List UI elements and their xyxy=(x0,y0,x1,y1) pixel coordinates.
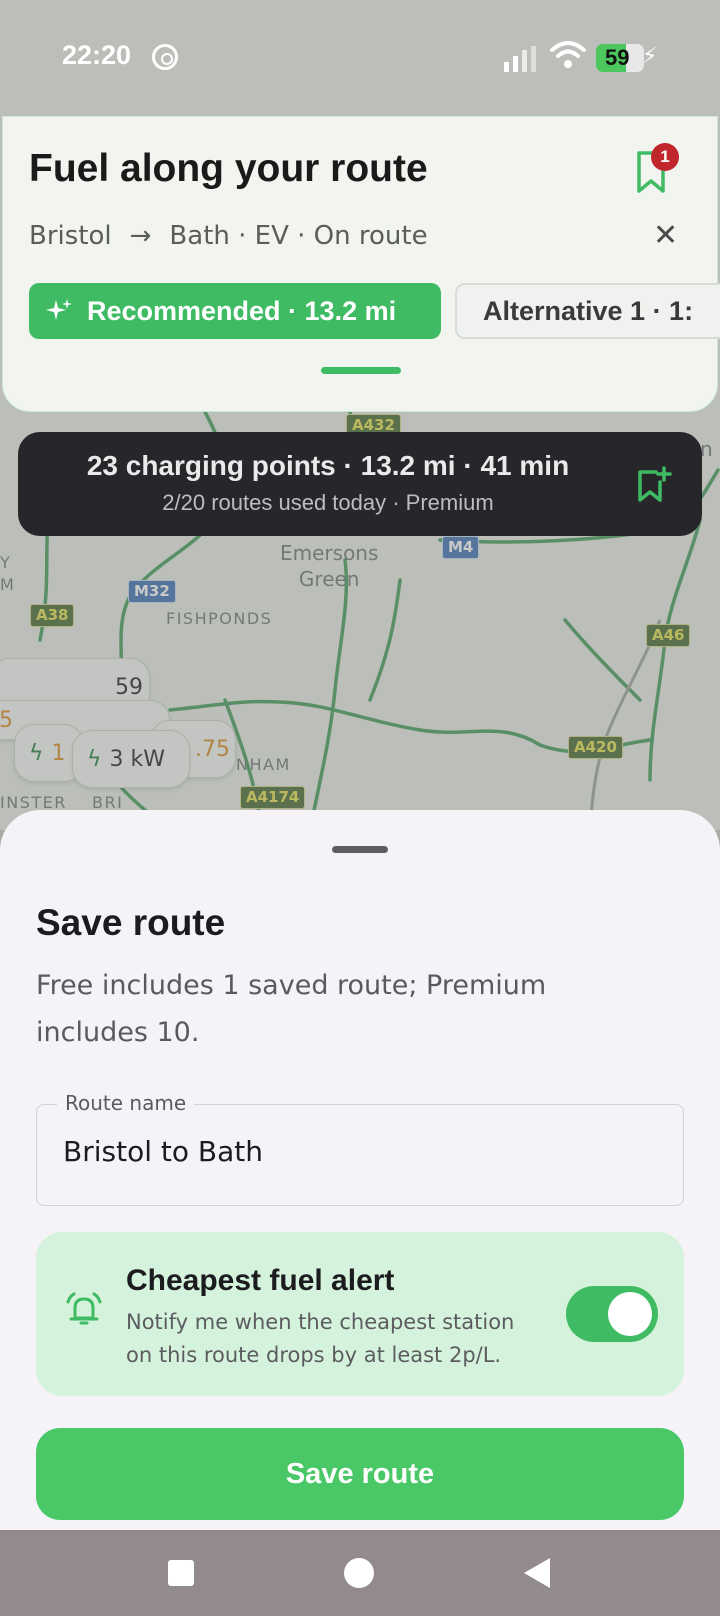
close-icon[interactable]: ✕ xyxy=(653,221,678,251)
charging-icon: ⚡ xyxy=(642,44,658,69)
alert-title: Cheapest fuel alert xyxy=(126,1264,395,1297)
route-card-drag-handle[interactable] xyxy=(321,367,401,374)
station-pin-price: 59 xyxy=(115,674,143,700)
route-card: Fuel along your route 1 Bristol → Bath ·… xyxy=(2,116,720,412)
route-chip-recommended-label: Recommended · 13.2 mi xyxy=(87,295,397,326)
arrow-right-icon: → xyxy=(129,221,152,251)
road-shield-a420: A420 xyxy=(568,736,623,759)
map-label-emersons-green: Emersons Green xyxy=(280,541,379,591)
station-pin-selected[interactable]: ϟ 3 kW xyxy=(72,730,190,788)
saved-count-badge: 1 xyxy=(651,143,679,171)
road-shield-a4174: A4174 xyxy=(240,786,306,809)
summary-main: 23 charging points · 13.2 mi · 41 min xyxy=(86,450,570,481)
save-route-sheet: Save route Free includes 1 saved route; … xyxy=(0,810,720,1530)
bolt-icon: ϟ xyxy=(29,740,44,766)
sparkle-icon xyxy=(46,299,72,320)
station-pin-price: 1 xyxy=(51,740,66,766)
route-chip-alternative-label: Alternative 1 · 1: xyxy=(483,295,694,326)
wifi-icon xyxy=(550,41,586,68)
back-button[interactable] xyxy=(524,1558,550,1588)
save-route-button[interactable]: Save route xyxy=(36,1428,684,1520)
signal-icon xyxy=(504,46,536,72)
toggle-knob xyxy=(608,1292,652,1336)
route-summary-card[interactable]: 23 charging points · 13.2 mi · 41 min 2/… xyxy=(18,432,702,536)
road-shield-a38: A38 xyxy=(30,604,75,627)
sheet-drag-handle[interactable] xyxy=(332,846,388,853)
system-nav-bar xyxy=(0,1530,720,1616)
bookmark-add-icon[interactable] xyxy=(636,466,672,506)
route-name-label: Route name xyxy=(57,1091,195,1115)
status-time: 22:20 xyxy=(62,40,132,70)
recents-button[interactable] xyxy=(168,1560,194,1586)
route-chip-recommended[interactable]: Recommended · 13.2 mi xyxy=(29,283,441,339)
sheet-title: Save route xyxy=(36,902,226,943)
bolt-icon: ϟ xyxy=(87,746,102,772)
map-label-fishponds: FISHPONDS xyxy=(166,609,273,628)
summary-sub: 2/20 routes used today · Premium xyxy=(162,490,494,515)
route-name-field[interactable]: Route name xyxy=(36,1091,684,1206)
road-shield-m32: M32 xyxy=(128,580,176,603)
battery-icon: 59 xyxy=(596,44,644,72)
route-card-title: Fuel along your route xyxy=(29,147,428,190)
map-label-nham: NHAM xyxy=(236,755,291,774)
map-label-m: M xyxy=(0,575,16,594)
battery-level: 59 xyxy=(605,45,630,70)
cheapest-fuel-alert-card: Cheapest fuel alert Notify me when the c… xyxy=(36,1232,684,1396)
route-summary-row: Bristol → Bath · EV · On route xyxy=(29,221,428,251)
sheet-description: Free includes 1 saved route; Premium inc… xyxy=(36,970,547,1048)
station-pin-price: .75 xyxy=(195,736,230,762)
station-pin-price: 15 xyxy=(0,707,13,733)
home-button[interactable] xyxy=(344,1558,374,1588)
route-origin: Bristol xyxy=(29,221,112,251)
alert-toggle[interactable] xyxy=(566,1286,658,1342)
focus-mode-icon xyxy=(152,44,178,70)
route-destination-meta: Bath · EV · On route xyxy=(169,221,428,251)
bell-alarm-icon xyxy=(66,1292,102,1325)
status-bar: 22:20 59 ⚡ xyxy=(0,0,720,115)
road-shield-m4: M4 xyxy=(442,536,480,559)
route-name-input[interactable] xyxy=(63,1135,643,1168)
road-shield-a46: A46 xyxy=(646,624,691,647)
alert-description: Notify me when the cheapest station on t… xyxy=(126,1310,515,1367)
station-pin-power: 3 kW xyxy=(109,746,165,772)
route-chip-alternative-1[interactable]: Alternative 1 · 1: xyxy=(455,283,720,339)
